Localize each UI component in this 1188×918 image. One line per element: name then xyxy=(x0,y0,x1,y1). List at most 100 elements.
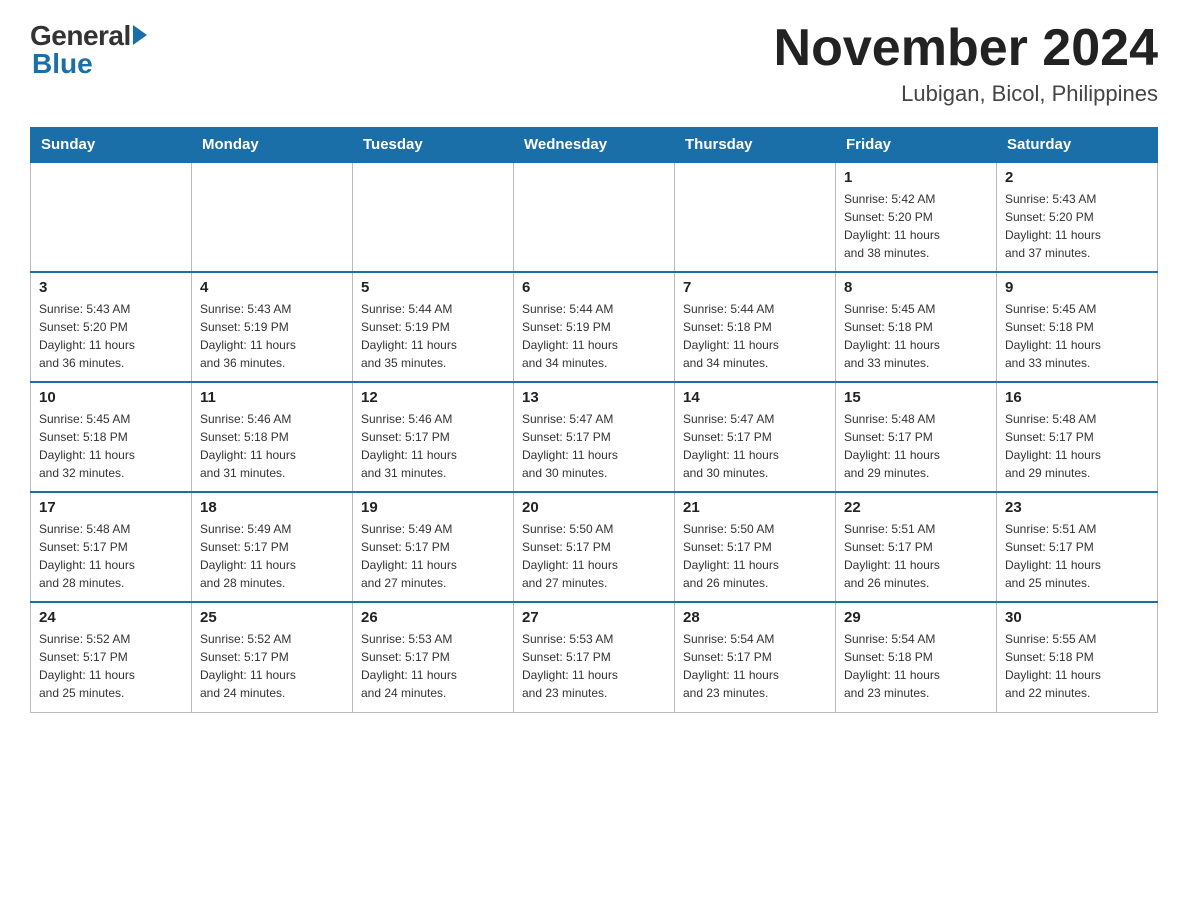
day-info: Sunrise: 5:53 AM Sunset: 5:17 PM Dayligh… xyxy=(522,630,666,702)
calendar-cell: 30 Sunrise: 5:55 AM Sunset: 5:18 PM Dayli… xyxy=(997,602,1158,712)
weekday-header-tuesday: Tuesday xyxy=(353,128,514,163)
logo-blue-text: Blue xyxy=(32,48,93,80)
day-number: 30 xyxy=(1005,609,1149,626)
calendar-cell: 11 Sunrise: 5:46 AM Sunset: 5:18 PM Dayli… xyxy=(192,382,353,492)
weekday-header-friday: Friday xyxy=(836,128,997,163)
calendar-cell: 3 Sunrise: 5:43 AM Sunset: 5:20 PM Daylig… xyxy=(31,272,192,382)
day-number: 5 xyxy=(361,279,505,296)
calendar-table: SundayMondayTuesdayWednesdayThursdayFrid… xyxy=(30,127,1158,713)
day-number: 7 xyxy=(683,279,827,296)
day-info: Sunrise: 5:43 AM Sunset: 5:20 PM Dayligh… xyxy=(39,300,183,372)
week-row-1: 1 Sunrise: 5:42 AM Sunset: 5:20 PM Daylig… xyxy=(31,162,1158,272)
day-info: Sunrise: 5:49 AM Sunset: 5:17 PM Dayligh… xyxy=(361,520,505,592)
calendar-cell: 2 Sunrise: 5:43 AM Sunset: 5:20 PM Daylig… xyxy=(997,162,1158,272)
day-number: 2 xyxy=(1005,169,1149,186)
location-subtitle: Lubigan, Bicol, Philippines xyxy=(774,81,1158,107)
day-number: 16 xyxy=(1005,389,1149,406)
day-number: 28 xyxy=(683,609,827,626)
day-number: 6 xyxy=(522,279,666,296)
day-info: Sunrise: 5:45 AM Sunset: 5:18 PM Dayligh… xyxy=(1005,300,1149,372)
day-info: Sunrise: 5:50 AM Sunset: 5:17 PM Dayligh… xyxy=(683,520,827,592)
calendar-cell xyxy=(192,162,353,272)
day-info: Sunrise: 5:47 AM Sunset: 5:17 PM Dayligh… xyxy=(522,410,666,482)
day-info: Sunrise: 5:48 AM Sunset: 5:17 PM Dayligh… xyxy=(39,520,183,592)
calendar-cell xyxy=(514,162,675,272)
logo: General Blue xyxy=(30,20,147,80)
calendar-cell: 7 Sunrise: 5:44 AM Sunset: 5:18 PM Daylig… xyxy=(675,272,836,382)
weekday-header-sunday: Sunday xyxy=(31,128,192,163)
weekday-header-thursday: Thursday xyxy=(675,128,836,163)
day-number: 21 xyxy=(683,499,827,516)
day-info: Sunrise: 5:44 AM Sunset: 5:19 PM Dayligh… xyxy=(361,300,505,372)
day-number: 26 xyxy=(361,609,505,626)
day-info: Sunrise: 5:43 AM Sunset: 5:19 PM Dayligh… xyxy=(200,300,344,372)
calendar-cell: 19 Sunrise: 5:49 AM Sunset: 5:17 PM Dayli… xyxy=(353,492,514,602)
day-info: Sunrise: 5:46 AM Sunset: 5:17 PM Dayligh… xyxy=(361,410,505,482)
weekday-header-row: SundayMondayTuesdayWednesdayThursdayFrid… xyxy=(31,128,1158,163)
day-number: 23 xyxy=(1005,499,1149,516)
day-info: Sunrise: 5:44 AM Sunset: 5:18 PM Dayligh… xyxy=(683,300,827,372)
calendar-cell xyxy=(353,162,514,272)
day-info: Sunrise: 5:51 AM Sunset: 5:17 PM Dayligh… xyxy=(1005,520,1149,592)
day-number: 25 xyxy=(200,609,344,626)
month-year-title: November 2024 xyxy=(774,20,1158,77)
day-number: 11 xyxy=(200,389,344,406)
week-row-3: 10 Sunrise: 5:45 AM Sunset: 5:18 PM Dayli… xyxy=(31,382,1158,492)
week-row-2: 3 Sunrise: 5:43 AM Sunset: 5:20 PM Daylig… xyxy=(31,272,1158,382)
calendar-cell: 6 Sunrise: 5:44 AM Sunset: 5:19 PM Daylig… xyxy=(514,272,675,382)
calendar-cell: 4Sunrise: 5:43 AM Sunset: 5:19 PM Daylig… xyxy=(192,272,353,382)
weekday-header-wednesday: Wednesday xyxy=(514,128,675,163)
calendar-cell: 16Sunrise: 5:48 AM Sunset: 5:17 PM Dayli… xyxy=(997,382,1158,492)
logo-arrow-icon xyxy=(133,25,147,45)
day-info: Sunrise: 5:46 AM Sunset: 5:18 PM Dayligh… xyxy=(200,410,344,482)
day-number: 22 xyxy=(844,499,988,516)
weekday-header-saturday: Saturday xyxy=(997,128,1158,163)
day-number: 3 xyxy=(39,279,183,296)
day-info: Sunrise: 5:51 AM Sunset: 5:17 PM Dayligh… xyxy=(844,520,988,592)
day-info: Sunrise: 5:52 AM Sunset: 5:17 PM Dayligh… xyxy=(200,630,344,702)
day-number: 8 xyxy=(844,279,988,296)
calendar-cell: 22 Sunrise: 5:51 AM Sunset: 5:17 PM Dayli… xyxy=(836,492,997,602)
day-info: Sunrise: 5:43 AM Sunset: 5:20 PM Dayligh… xyxy=(1005,190,1149,262)
day-info: Sunrise: 5:55 AM Sunset: 5:18 PM Dayligh… xyxy=(1005,630,1149,702)
calendar-cell: 27 Sunrise: 5:53 AM Sunset: 5:17 PM Dayli… xyxy=(514,602,675,712)
calendar-cell: 17 Sunrise: 5:48 AM Sunset: 5:17 PM Dayli… xyxy=(31,492,192,602)
day-number: 9 xyxy=(1005,279,1149,296)
day-number: 24 xyxy=(39,609,183,626)
day-info: Sunrise: 5:48 AM Sunset: 5:17 PM Dayligh… xyxy=(844,410,988,482)
week-row-4: 17 Sunrise: 5:48 AM Sunset: 5:17 PM Dayli… xyxy=(31,492,1158,602)
calendar-cell: 13Sunrise: 5:47 AM Sunset: 5:17 PM Dayli… xyxy=(514,382,675,492)
calendar-cell: 5 Sunrise: 5:44 AM Sunset: 5:19 PM Daylig… xyxy=(353,272,514,382)
day-number: 14 xyxy=(683,389,827,406)
day-number: 29 xyxy=(844,609,988,626)
day-info: Sunrise: 5:42 AM Sunset: 5:20 PM Dayligh… xyxy=(844,190,988,262)
week-row-5: 24 Sunrise: 5:52 AM Sunset: 5:17 PM Dayli… xyxy=(31,602,1158,712)
calendar-cell: 10 Sunrise: 5:45 AM Sunset: 5:18 PM Dayli… xyxy=(31,382,192,492)
calendar-cell: 15 Sunrise: 5:48 AM Sunset: 5:17 PM Dayli… xyxy=(836,382,997,492)
calendar-cell: 20 Sunrise: 5:50 AM Sunset: 5:17 PM Dayli… xyxy=(514,492,675,602)
calendar-cell: 9 Sunrise: 5:45 AM Sunset: 5:18 PM Daylig… xyxy=(997,272,1158,382)
day-number: 17 xyxy=(39,499,183,516)
day-info: Sunrise: 5:49 AM Sunset: 5:17 PM Dayligh… xyxy=(200,520,344,592)
calendar-cell: 18Sunrise: 5:49 AM Sunset: 5:17 PM Dayli… xyxy=(192,492,353,602)
day-info: Sunrise: 5:45 AM Sunset: 5:18 PM Dayligh… xyxy=(844,300,988,372)
day-info: Sunrise: 5:50 AM Sunset: 5:17 PM Dayligh… xyxy=(522,520,666,592)
day-info: Sunrise: 5:53 AM Sunset: 5:17 PM Dayligh… xyxy=(361,630,505,702)
page-header: General Blue November 2024 Lubigan, Bico… xyxy=(30,20,1158,107)
calendar-cell: 26 Sunrise: 5:53 AM Sunset: 5:17 PM Dayli… xyxy=(353,602,514,712)
day-number: 19 xyxy=(361,499,505,516)
day-info: Sunrise: 5:44 AM Sunset: 5:19 PM Dayligh… xyxy=(522,300,666,372)
day-number: 1 xyxy=(844,169,988,186)
calendar-cell: 21 Sunrise: 5:50 AM Sunset: 5:17 PM Dayli… xyxy=(675,492,836,602)
calendar-cell: 14 Sunrise: 5:47 AM Sunset: 5:17 PM Dayli… xyxy=(675,382,836,492)
calendar-cell: 1 Sunrise: 5:42 AM Sunset: 5:20 PM Daylig… xyxy=(836,162,997,272)
day-number: 27 xyxy=(522,609,666,626)
day-info: Sunrise: 5:52 AM Sunset: 5:17 PM Dayligh… xyxy=(39,630,183,702)
weekday-header-monday: Monday xyxy=(192,128,353,163)
day-number: 20 xyxy=(522,499,666,516)
day-info: Sunrise: 5:47 AM Sunset: 5:17 PM Dayligh… xyxy=(683,410,827,482)
day-info: Sunrise: 5:45 AM Sunset: 5:18 PM Dayligh… xyxy=(39,410,183,482)
day-number: 10 xyxy=(39,389,183,406)
calendar-cell xyxy=(675,162,836,272)
day-number: 15 xyxy=(844,389,988,406)
